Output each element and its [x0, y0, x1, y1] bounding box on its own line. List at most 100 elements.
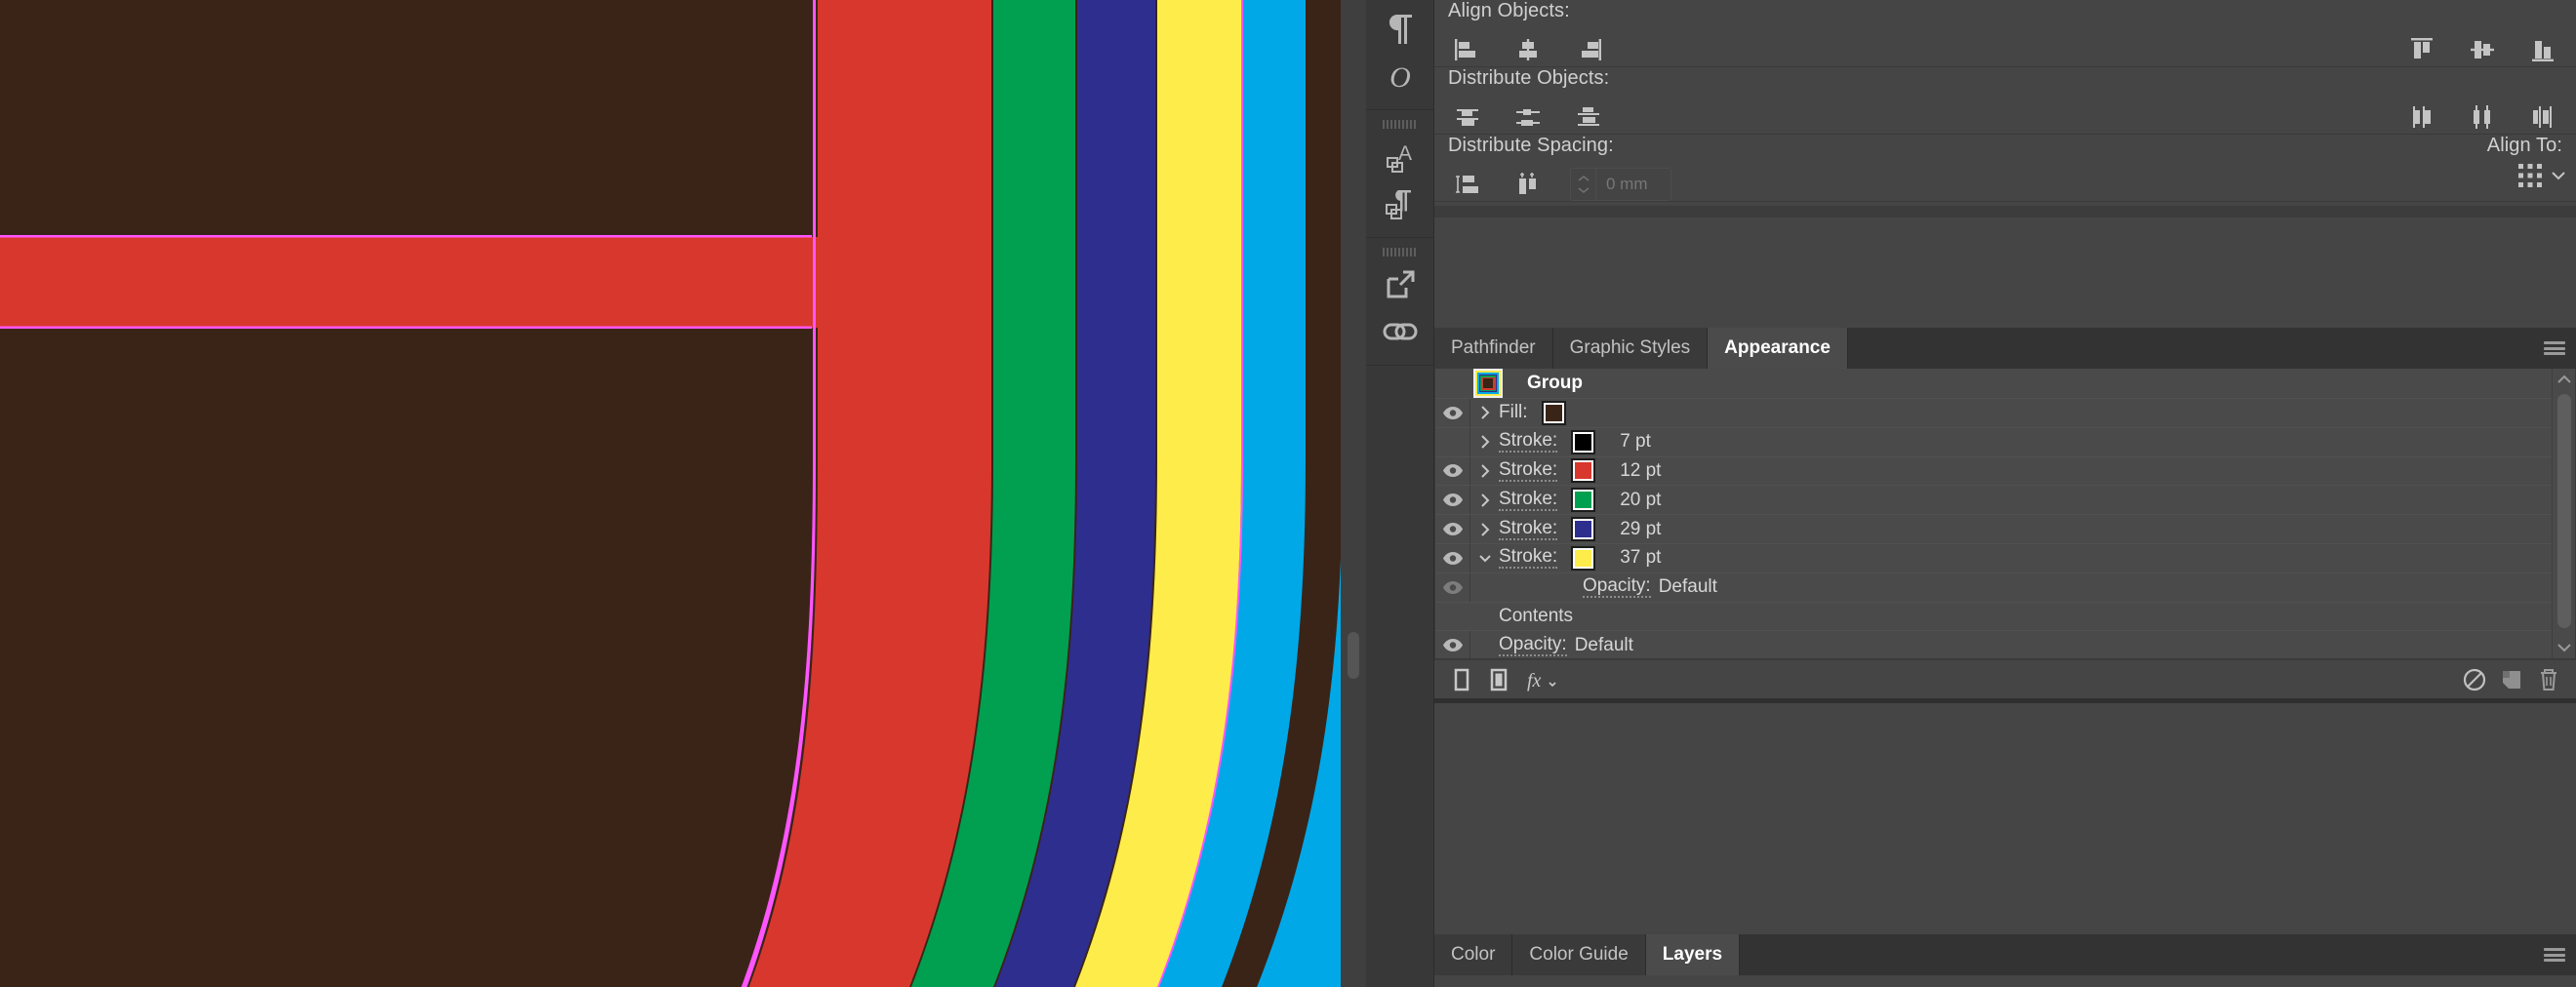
chevron-right-icon	[1480, 406, 1489, 420]
tabbar-filler	[1740, 934, 2533, 975]
duplicate-item-icon	[2503, 670, 2520, 689]
vertical-distribute-space-icon	[1456, 176, 1478, 193]
row-label[interactable]: Stroke:	[1499, 490, 1558, 511]
eye-icon	[1442, 464, 1463, 478]
distribute-left-icon	[2413, 106, 2431, 128]
rail-grip[interactable]	[1382, 120, 1418, 129]
visibility-toggle[interactable]	[1435, 631, 1470, 658]
fill-color-swatch[interactable]	[1541, 400, 1566, 425]
clear-appearance-button[interactable]	[2456, 661, 2493, 698]
disclosure-triangle[interactable]	[1470, 463, 1499, 479]
panel-menu-button[interactable]	[2533, 328, 2576, 369]
align-right-icon	[1582, 39, 1601, 60]
artboard-canvas[interactable]	[0, 0, 1366, 987]
appearance-row-stroke-12pt[interactable]: Stroke: 12 pt	[1435, 456, 2575, 487]
scroll-up-button[interactable]	[2553, 369, 2575, 390]
panel-menu-icon	[2544, 341, 2565, 355]
stroke-weight-value[interactable]: 29 pt	[1620, 519, 1661, 540]
tabbar-filler	[1847, 328, 2533, 369]
eye-icon	[1442, 523, 1463, 536]
stroke-weight-value[interactable]: 20 pt	[1620, 490, 1661, 511]
visibility-toggle[interactable]	[1435, 427, 1470, 456]
appearance-header-row[interactable]: Group	[1435, 369, 2575, 399]
appearance-row-fill[interactable]: Fill:	[1435, 399, 2575, 428]
paragraph-panel-button[interactable]	[1366, 6, 1434, 53]
paragraph-styles-panel-button[interactable]	[1366, 180, 1434, 227]
add-new-stroke-button[interactable]	[1443, 661, 1480, 698]
opacity-label[interactable]: Opacity:	[1583, 576, 1651, 599]
stroke-weight-value[interactable]: 37 pt	[1620, 547, 1661, 569]
stepper-down-icon	[1578, 187, 1589, 194]
spacing-steppers[interactable]	[1571, 169, 1596, 200]
color-tab-group: Color Color Guide Layers	[1434, 934, 2576, 975]
rail-group-type: O	[1366, 0, 1433, 110]
row-label[interactable]: Stroke:	[1499, 519, 1558, 540]
appearance-list: Group Fill: Stroke: 7 pt Stroke: 12 pt S…	[1434, 369, 2576, 659]
stroke-weight-value[interactable]: 7 pt	[1620, 431, 1651, 453]
visibility-toggle[interactable]	[1435, 543, 1470, 572]
disclosure-triangle[interactable]	[1470, 552, 1499, 564]
visibility-toggle[interactable]	[1435, 456, 1470, 486]
tab-color[interactable]: Color	[1434, 934, 1513, 975]
canvas-vertical-scrollbar[interactable]	[1341, 0, 1366, 987]
stroke-weight-value[interactable]: 12 pt	[1620, 460, 1661, 482]
tab-graphic-styles[interactable]: Graphic Styles	[1552, 328, 1709, 369]
row-label[interactable]: Stroke:	[1499, 547, 1558, 570]
chevron-down-icon	[2552, 172, 2565, 180]
tab-pathfinder[interactable]: Pathfinder	[1434, 328, 1553, 369]
row-label[interactable]: Stroke:	[1499, 460, 1558, 482]
disclosure-triangle[interactable]	[1470, 522, 1499, 537]
appearance-row-group-opacity[interactable]: Opacity: Default	[1435, 631, 2575, 658]
visibility-toggle[interactable]	[1435, 486, 1470, 515]
disclosure-triangle[interactable]	[1470, 405, 1499, 420]
add-new-stroke-icon	[1454, 668, 1469, 691]
right-panel-column: Align Objects: Distribute Objects: Distr…	[1434, 0, 2576, 987]
stroke-color-swatch[interactable]	[1571, 545, 1596, 571]
tab-color-guide[interactable]: Color Guide	[1512, 934, 1646, 975]
delete-item-button[interactable]	[2530, 661, 2567, 698]
glyphs-panel-button[interactable]: O	[1366, 53, 1434, 99]
appearance-row-stroke-37pt[interactable]: Stroke: 37 pt	[1435, 543, 2575, 573]
links-panel-button[interactable]	[1366, 308, 1434, 355]
spacing-value-input[interactable]: 0 mm	[1570, 168, 1671, 201]
add-new-fill-icon	[1490, 668, 1508, 691]
add-new-fill-button[interactable]	[1480, 661, 1517, 698]
stroke-color-swatch[interactable]	[1571, 517, 1596, 542]
bottom-panel-stub	[1434, 975, 2576, 987]
duplicate-item-button[interactable]	[2493, 661, 2530, 698]
tab-appearance[interactable]: Appearance	[1708, 328, 1848, 369]
disclosure-triangle[interactable]	[1470, 493, 1499, 508]
appearance-row-stroke-opacity[interactable]: Opacity: Default	[1435, 572, 2575, 603]
horizontal-distribute-space-icon	[1519, 173, 1536, 194]
canvas-scrollbar-thumb[interactable]	[1348, 632, 1359, 679]
asset-export-panel-button[interactable]	[1366, 261, 1434, 308]
stroke-color-swatch[interactable]	[1571, 488, 1596, 513]
scroll-down-button[interactable]	[2553, 637, 2575, 658]
appearance-row-stroke-20pt[interactable]: Stroke: 20 pt	[1435, 486, 2575, 516]
tab-layers[interactable]: Layers	[1645, 934, 1741, 975]
opacity-label[interactable]: Opacity:	[1499, 635, 1567, 656]
glyphs-icon: O	[1389, 61, 1411, 94]
appearance-row-contents[interactable]: Contents	[1435, 603, 2575, 632]
eye-icon	[1442, 551, 1463, 565]
rail-grip[interactable]	[1382, 248, 1418, 257]
opacity-value[interactable]: Default	[1659, 576, 1717, 598]
add-new-effect-button[interactable]: fx	[1517, 661, 1562, 698]
appearance-scrollbar-thumb[interactable]	[2557, 394, 2571, 628]
disclosure-triangle[interactable]	[1470, 434, 1499, 450]
stroke-color-swatch[interactable]	[1571, 458, 1596, 484]
opacity-value[interactable]: Default	[1575, 635, 1633, 656]
panel-menu-button[interactable]	[2533, 934, 2576, 975]
align-to-control[interactable]	[2515, 160, 2568, 191]
character-styles-panel-button[interactable]: A	[1366, 134, 1434, 180]
appearance-row-stroke-29pt[interactable]: Stroke: 29 pt	[1435, 515, 2575, 544]
row-label[interactable]: Stroke:	[1499, 431, 1558, 454]
appearance-row-stroke-7pt[interactable]: Stroke: 7 pt	[1435, 427, 2575, 457]
delete-item-icon	[2541, 668, 2556, 691]
group-thumbnail[interactable]	[1473, 369, 1503, 398]
appearance-scrollbar[interactable]	[2552, 369, 2575, 658]
visibility-toggle[interactable]	[1435, 399, 1470, 427]
visibility-toggle[interactable]	[1435, 515, 1470, 543]
stroke-color-swatch[interactable]	[1571, 429, 1596, 454]
visibility-toggle[interactable]	[1435, 572, 1470, 602]
